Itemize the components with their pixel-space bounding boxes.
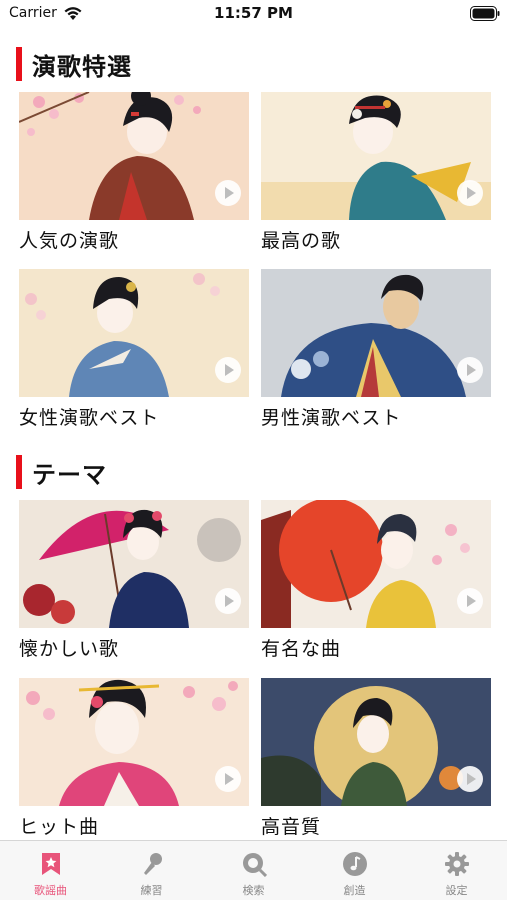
status-time: 11:57 PM — [214, 4, 293, 22]
tab-label: 設定 — [445, 884, 468, 897]
card-artwork — [261, 269, 491, 397]
card-label: 女性演歌ベスト — [19, 407, 160, 429]
gear-icon — [445, 852, 469, 876]
tab-create[interactable]: 創造 — [304, 841, 405, 900]
card-label: 最高の歌 — [261, 230, 342, 252]
tab-search[interactable]: 検索 — [203, 841, 304, 900]
play-icon — [467, 595, 476, 607]
play-button[interactable] — [457, 588, 483, 614]
section-accent-bar — [16, 47, 22, 81]
section-header-theme: テーマ — [16, 454, 107, 490]
card-artwork — [261, 92, 491, 220]
card-artwork — [19, 269, 249, 397]
card-best-songs[interactable]: 最高の歌 — [261, 92, 491, 252]
section-accent-bar — [16, 455, 22, 489]
card-artwork — [261, 678, 491, 806]
card-hit-songs[interactable]: ヒット曲 — [19, 678, 249, 838]
play-button[interactable] — [215, 588, 241, 614]
card-nostalgic-songs[interactable]: 懐かしい歌 — [19, 500, 249, 660]
music-note-icon — [343, 852, 367, 876]
play-icon — [467, 364, 476, 376]
card-male-enka-best[interactable]: 男性演歌ベスト — [261, 269, 491, 429]
bookmark-star-icon — [42, 853, 60, 875]
tab-practice[interactable]: 練習 — [101, 841, 202, 900]
card-artwork — [19, 500, 249, 628]
play-icon — [467, 773, 476, 785]
card-popular-enka[interactable]: 人気の演歌 — [19, 92, 249, 252]
play-icon — [225, 364, 234, 376]
play-button[interactable] — [457, 766, 483, 792]
play-icon — [467, 187, 476, 199]
status-bar: Carrier 11:57 PM — [0, 0, 507, 30]
tab-bar: 歌謡曲 練習 検索 創造 設定 — [0, 840, 507, 900]
card-artwork — [261, 500, 491, 628]
play-icon — [225, 773, 234, 785]
tab-label: 検索 — [242, 884, 265, 897]
card-label: 懐かしい歌 — [19, 638, 120, 660]
section-header-featured: 演歌特選 — [16, 46, 132, 82]
tab-label: 練習 — [140, 884, 163, 897]
play-button[interactable] — [215, 766, 241, 792]
card-label: 人気の演歌 — [19, 230, 120, 252]
card-label: 高音質 — [261, 816, 322, 838]
section-title: テーマ — [32, 460, 107, 489]
card-female-enka-best[interactable]: 女性演歌ベスト — [19, 269, 249, 429]
card-artwork — [19, 92, 249, 220]
battery-icon — [470, 6, 500, 21]
section-title: 演歌特選 — [32, 52, 132, 81]
play-button[interactable] — [457, 180, 483, 206]
play-icon — [225, 595, 234, 607]
card-artwork — [19, 678, 249, 806]
card-label: ヒット曲 — [19, 816, 100, 838]
card-label: 有名な曲 — [261, 638, 342, 660]
card-high-quality[interactable]: 高音質 — [261, 678, 491, 838]
tab-songs[interactable]: 歌謡曲 — [0, 841, 101, 900]
play-button[interactable] — [215, 357, 241, 383]
card-label: 男性演歌ベスト — [261, 407, 402, 429]
tab-label: 歌謡曲 — [34, 884, 67, 897]
microphone-icon — [144, 853, 162, 875]
play-button[interactable] — [457, 357, 483, 383]
search-icon — [243, 853, 267, 877]
play-icon — [225, 187, 234, 199]
play-button[interactable] — [215, 180, 241, 206]
card-famous-songs[interactable]: 有名な曲 — [261, 500, 491, 660]
tab-settings[interactable]: 設定 — [406, 841, 507, 900]
tab-label: 創造 — [343, 884, 366, 897]
